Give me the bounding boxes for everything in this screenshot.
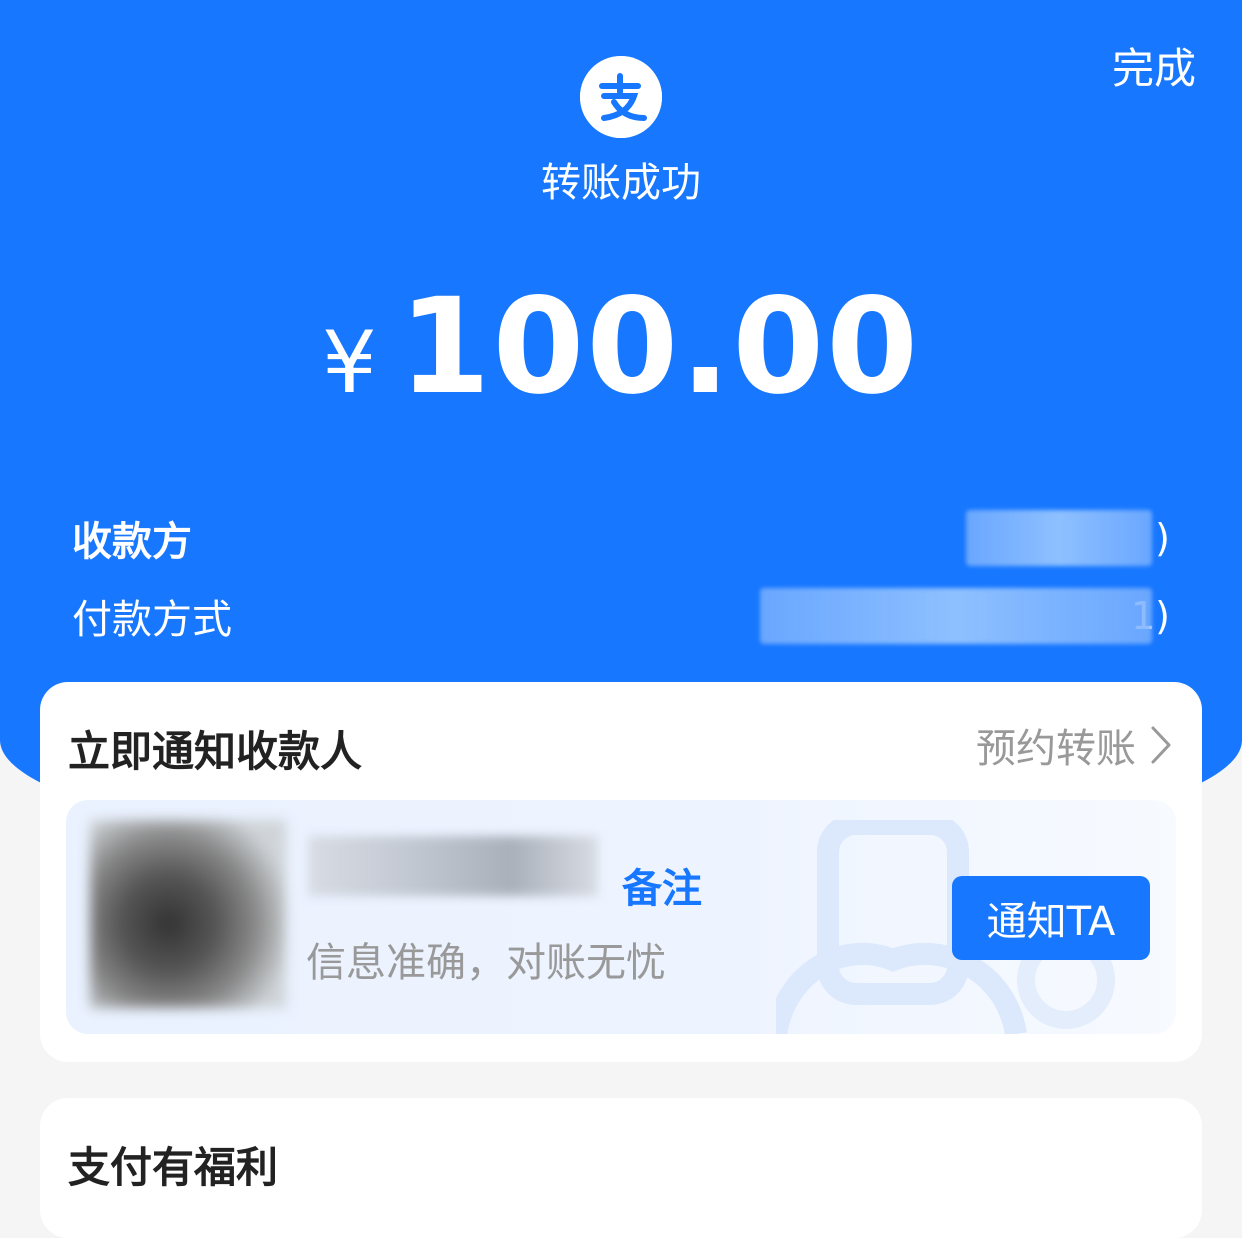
payee-row: 收款方 ) xyxy=(72,508,1170,568)
payment-method-value: 1) xyxy=(750,588,1170,644)
transfer-status-title: 转账成功 xyxy=(541,160,701,206)
currency-symbol: ¥ xyxy=(321,313,377,413)
notify-payee-button[interactable]: 通知TA xyxy=(952,876,1150,960)
accuracy-hint: 信息准确，对账无忧 xyxy=(306,940,666,986)
payee-name-redacted xyxy=(308,836,598,896)
payee-value: ) xyxy=(960,510,1170,566)
notify-panel: 备注 信息准确，对账无忧 通知TA xyxy=(66,800,1176,1034)
done-button[interactable]: 完成 xyxy=(1112,42,1196,96)
payee-label: 收款方 xyxy=(72,519,192,565)
notify-card-title: 立即通知收款人 xyxy=(68,727,363,776)
benefits-card: 支付有福利 xyxy=(40,1098,1202,1238)
payment-method-label: 付款方式 xyxy=(72,597,232,643)
scheduled-transfer-link[interactable]: 预约转账 xyxy=(976,716,1172,774)
transfer-amount: ¥ 100.00 xyxy=(0,270,1242,424)
amount-value: 100.00 xyxy=(398,270,921,424)
scheduled-transfer-label: 预约转账 xyxy=(976,726,1136,772)
payee-name-redacted xyxy=(966,510,1152,566)
benefits-card-title: 支付有福利 xyxy=(68,1143,279,1192)
payee-avatar xyxy=(90,820,286,1008)
payment-method-redacted xyxy=(760,588,1152,644)
payment-method-row: 付款方式 1) xyxy=(72,586,1170,646)
chevron-right-icon xyxy=(1150,725,1172,765)
alipay-logo-icon xyxy=(580,56,662,138)
notify-payee-card: 立即通知收款人 预约转账 备注 信息准确，对账无忧 通知TA xyxy=(40,682,1202,1062)
payee-value-suffix: ) xyxy=(1155,516,1170,560)
remark-button[interactable]: 备注 xyxy=(622,856,702,914)
